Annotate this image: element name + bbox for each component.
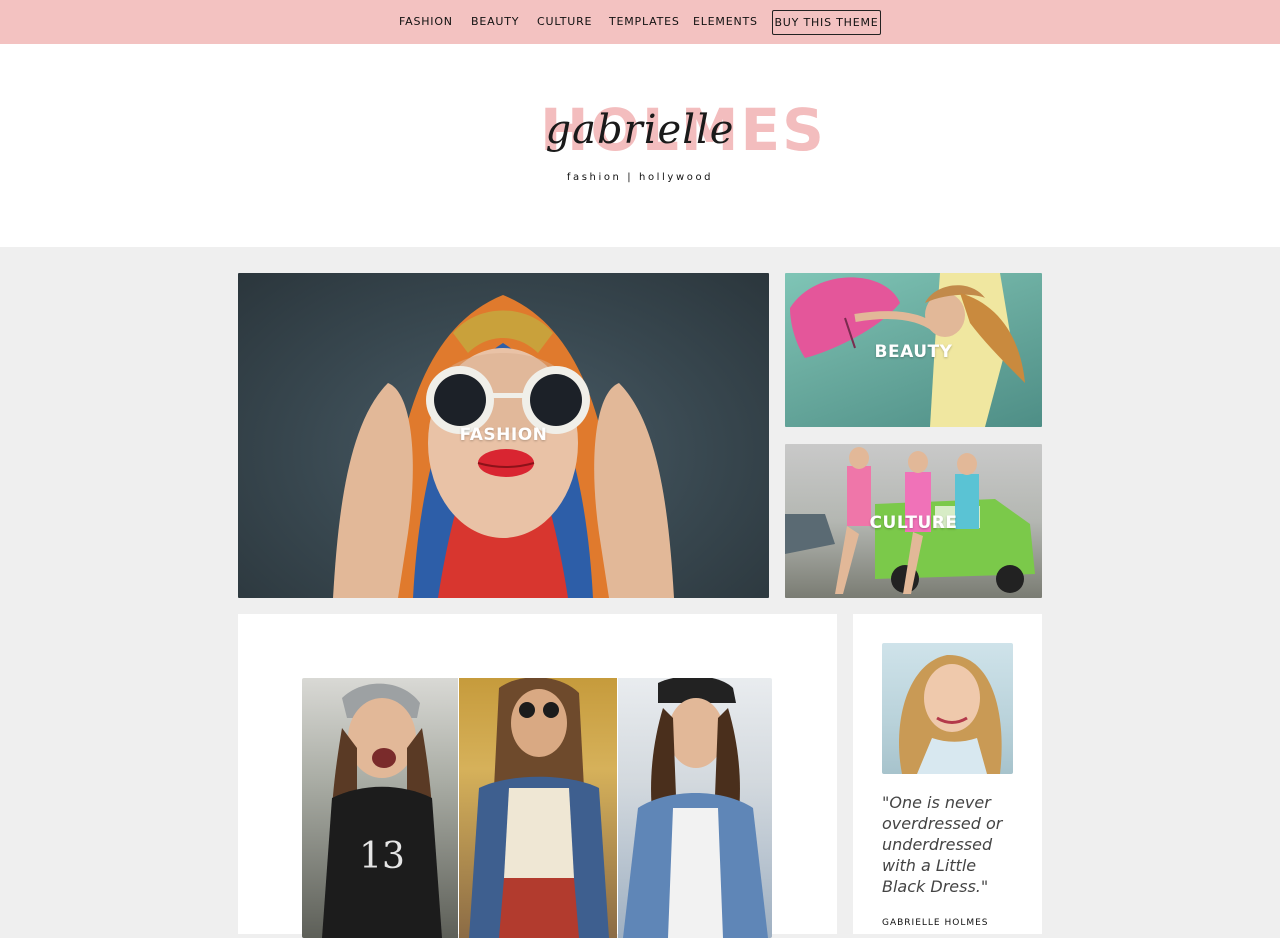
- feature-label-fashion: FASHION: [459, 425, 548, 445]
- sidebar-quote: "One is never overdressed or underdresse…: [882, 793, 1003, 896]
- feature-tile-beauty[interactable]: BEAUTY: [785, 273, 1042, 427]
- collage-photo-2: [459, 678, 617, 938]
- collage-photo-3: [618, 678, 772, 938]
- post-featured-image[interactable]: 13: [302, 678, 772, 938]
- site-header: HOLMES gabrielle fashion | hollywood: [0, 44, 1280, 247]
- svg-text:13: 13: [359, 836, 405, 877]
- nav-link-templates[interactable]: TEMPLATES: [609, 0, 680, 44]
- author-avatar: [882, 643, 1013, 774]
- logo-script-name: gabrielle: [545, 107, 735, 153]
- site-tagline: fashion | hollywood: [566, 172, 714, 183]
- feature-label-beauty: BEAUTY: [874, 342, 953, 362]
- nav-link-fashion[interactable]: FASHION: [399, 0, 453, 44]
- nav-link-elements[interactable]: ELEMENTS: [693, 0, 758, 44]
- feature-tile-fashion[interactable]: FASHION: [238, 273, 769, 598]
- collage-photo-1: 13: [302, 678, 458, 938]
- top-navigation: FASHION BEAUTY CULTURE TEMPLATES ELEMENT…: [0, 0, 1280, 44]
- site-logo[interactable]: HOLMES gabrielle: [520, 96, 824, 176]
- feature-label-culture: CULTURE: [869, 513, 958, 533]
- feature-tile-culture[interactable]: CULTURE: [785, 444, 1042, 598]
- buy-theme-button[interactable]: BUY THIS THEME: [772, 10, 881, 35]
- nav-link-beauty[interactable]: BEAUTY: [471, 0, 519, 44]
- nav-link-culture[interactable]: CULTURE: [537, 0, 592, 44]
